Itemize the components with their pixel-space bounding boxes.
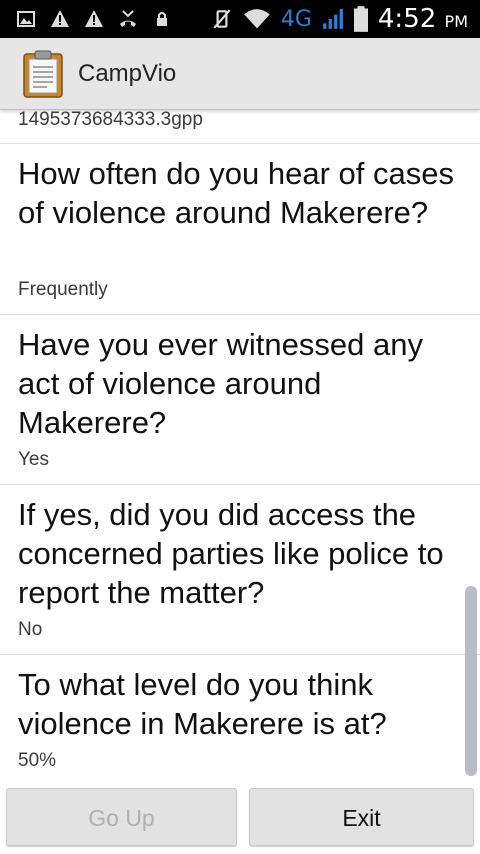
list-item[interactable]: If yes, did you did access the concerned… — [0, 484, 480, 655]
wifi-icon — [244, 9, 270, 29]
status-bar: 4G 4:52 PM — [0, 0, 480, 38]
answer-text: No — [18, 619, 43, 640]
clipboard-icon — [23, 50, 63, 98]
answer-text: Yes — [18, 449, 49, 470]
question-text: Have you ever witnessed any act of viole… — [18, 327, 423, 440]
list-item-partial-answer: 1495373684333.3gpp — [18, 110, 203, 130]
action-bar: CampVio — [0, 38, 480, 110]
question-text: If yes, did you did access the concerned… — [18, 497, 444, 610]
battery-icon — [353, 6, 368, 32]
missed-call-icon — [120, 10, 136, 27]
question-text: To what level do you think violence in M… — [18, 667, 387, 741]
list-item[interactable]: To what level do you think violence in M… — [0, 654, 480, 780]
go-up-button[interactable]: Go Up — [6, 788, 237, 846]
survey-answer-list[interactable]: 1495373684333.3gpp How often do you hear… — [0, 110, 480, 780]
notification-icons — [16, 9, 172, 29]
answer-text: Frequently — [18, 279, 108, 300]
system-icons: 4G 4:52 PM — [211, 4, 468, 34]
signal-icon — [322, 9, 343, 29]
list-item[interactable]: How often do you hear of cases of violen… — [0, 143, 480, 315]
list-item[interactable]: Have you ever witnessed any act of viole… — [0, 314, 480, 485]
warning-icon — [51, 10, 69, 27]
exit-button[interactable]: Exit — [249, 788, 474, 846]
answer-text: 50% — [18, 750, 57, 771]
clock-time: 4:52 — [377, 4, 437, 34]
vibrate-off-icon — [213, 9, 231, 29]
list-scrollbar[interactable] — [465, 586, 477, 776]
clock-ampm: PM — [444, 12, 468, 31]
clock: 4:52 PM — [378, 4, 468, 34]
lock-icon — [157, 12, 167, 26]
app-title: CampVio — [78, 60, 177, 87]
network-type-label: 4G — [280, 6, 312, 32]
gallery-icon — [17, 11, 35, 27]
warning-icon-2 — [85, 10, 103, 27]
question-text: How often do you hear of cases of violen… — [18, 156, 454, 230]
